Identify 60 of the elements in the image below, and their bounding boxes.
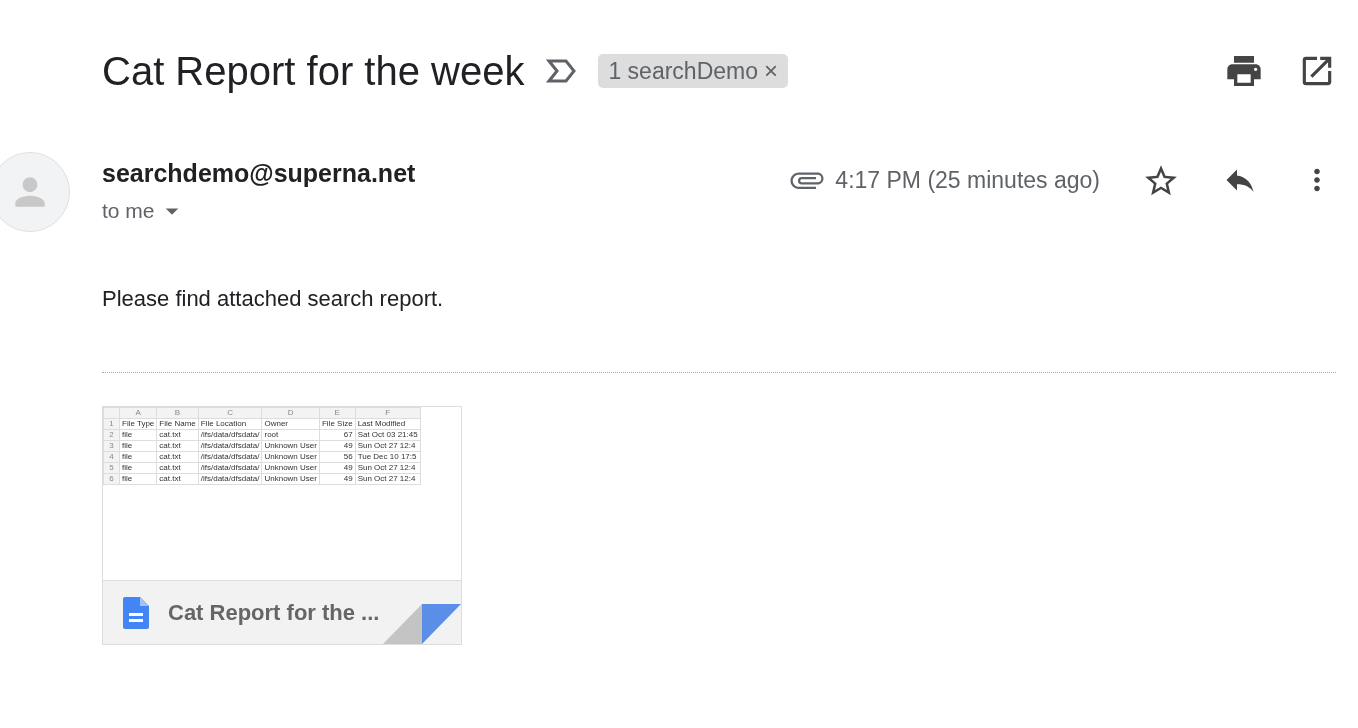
table-cell: file	[119, 440, 157, 452]
label-chip[interactable]: 1 searchDemo ×	[598, 54, 788, 88]
table-cell: Unknown User	[261, 473, 320, 485]
table-cell: 67	[319, 429, 356, 441]
table-cell: Sun Oct 27 12:4	[355, 473, 421, 485]
table-cell: cat.txt	[156, 429, 199, 441]
column-header: D	[261, 407, 320, 419]
table-cell: file	[119, 473, 157, 485]
column-header: B	[156, 407, 199, 419]
column-header: A	[119, 407, 157, 419]
attachment-card[interactable]	[102, 406, 462, 645]
table-cell: 49	[319, 462, 356, 474]
table-cell: cat.txt	[156, 440, 199, 452]
document-icon	[123, 596, 149, 629]
table-cell: cat.txt	[156, 462, 199, 474]
row-number: 4	[103, 451, 120, 463]
table-cell: 49	[319, 473, 356, 485]
row-number: 3	[103, 440, 120, 452]
label-icon	[546, 58, 579, 84]
email-body: Please find attached search report.	[102, 285, 445, 313]
sender-email: searchdemo@superna.net	[102, 158, 416, 189]
recipient-text: to me	[102, 198, 155, 224]
table-cell: Sun Oct 27 12:4	[355, 440, 421, 452]
email-time: 4:17 PM (25 minutes ago)	[835, 166, 1100, 195]
table-cell: Unknown User	[261, 451, 320, 463]
row-number: 2	[103, 429, 120, 441]
table-cell: File Name	[156, 418, 199, 430]
table-cell: Unknown User	[261, 440, 320, 452]
table-cell: Sat Oct 03 21:45	[355, 429, 421, 441]
remove-label-button[interactable]: ×	[764, 59, 778, 83]
table-cell: file	[119, 462, 157, 474]
column-header: F	[355, 407, 421, 419]
table-cell: File Type	[119, 418, 157, 430]
row-number: 5	[103, 462, 120, 474]
table-cell: cat.txt	[156, 451, 199, 463]
table-cell: Tue Dec 10 17:5	[355, 451, 421, 463]
attachment-name: Cat Report for the ...	[168, 599, 380, 627]
row-number: 1	[103, 418, 120, 430]
column-header: C	[198, 407, 262, 419]
table-cell: /ifs/data/dfsdata/	[198, 462, 262, 474]
table-cell: File Location	[198, 418, 262, 430]
email-subject: Cat Report for the week	[102, 48, 525, 95]
table-cell: /ifs/data/dfsdata/	[198, 451, 262, 463]
table-cell: 49	[319, 440, 356, 452]
table-cell: /ifs/data/dfsdata/	[198, 440, 262, 452]
table-cell: /ifs/data/dfsdata/	[198, 473, 262, 485]
row-number: 6	[103, 473, 120, 485]
table-cell: File Size	[319, 418, 356, 430]
label-chip-text: 1 searchDemo	[608, 56, 758, 86]
table-cell: root	[261, 429, 320, 441]
table-cell: /ifs/data/dfsdata/	[198, 429, 262, 441]
table-cell: Last Modified	[355, 418, 421, 430]
table-cell: Sun Oct 27 12:4	[355, 462, 421, 474]
table-cell: Unknown User	[261, 462, 320, 474]
table-cell: Owner	[261, 418, 320, 430]
table-cell: 56	[319, 451, 356, 463]
column-header: E	[319, 407, 356, 419]
table-cell: file	[119, 451, 157, 463]
table-cell: file	[119, 429, 157, 441]
table-cell: cat.txt	[156, 473, 199, 485]
